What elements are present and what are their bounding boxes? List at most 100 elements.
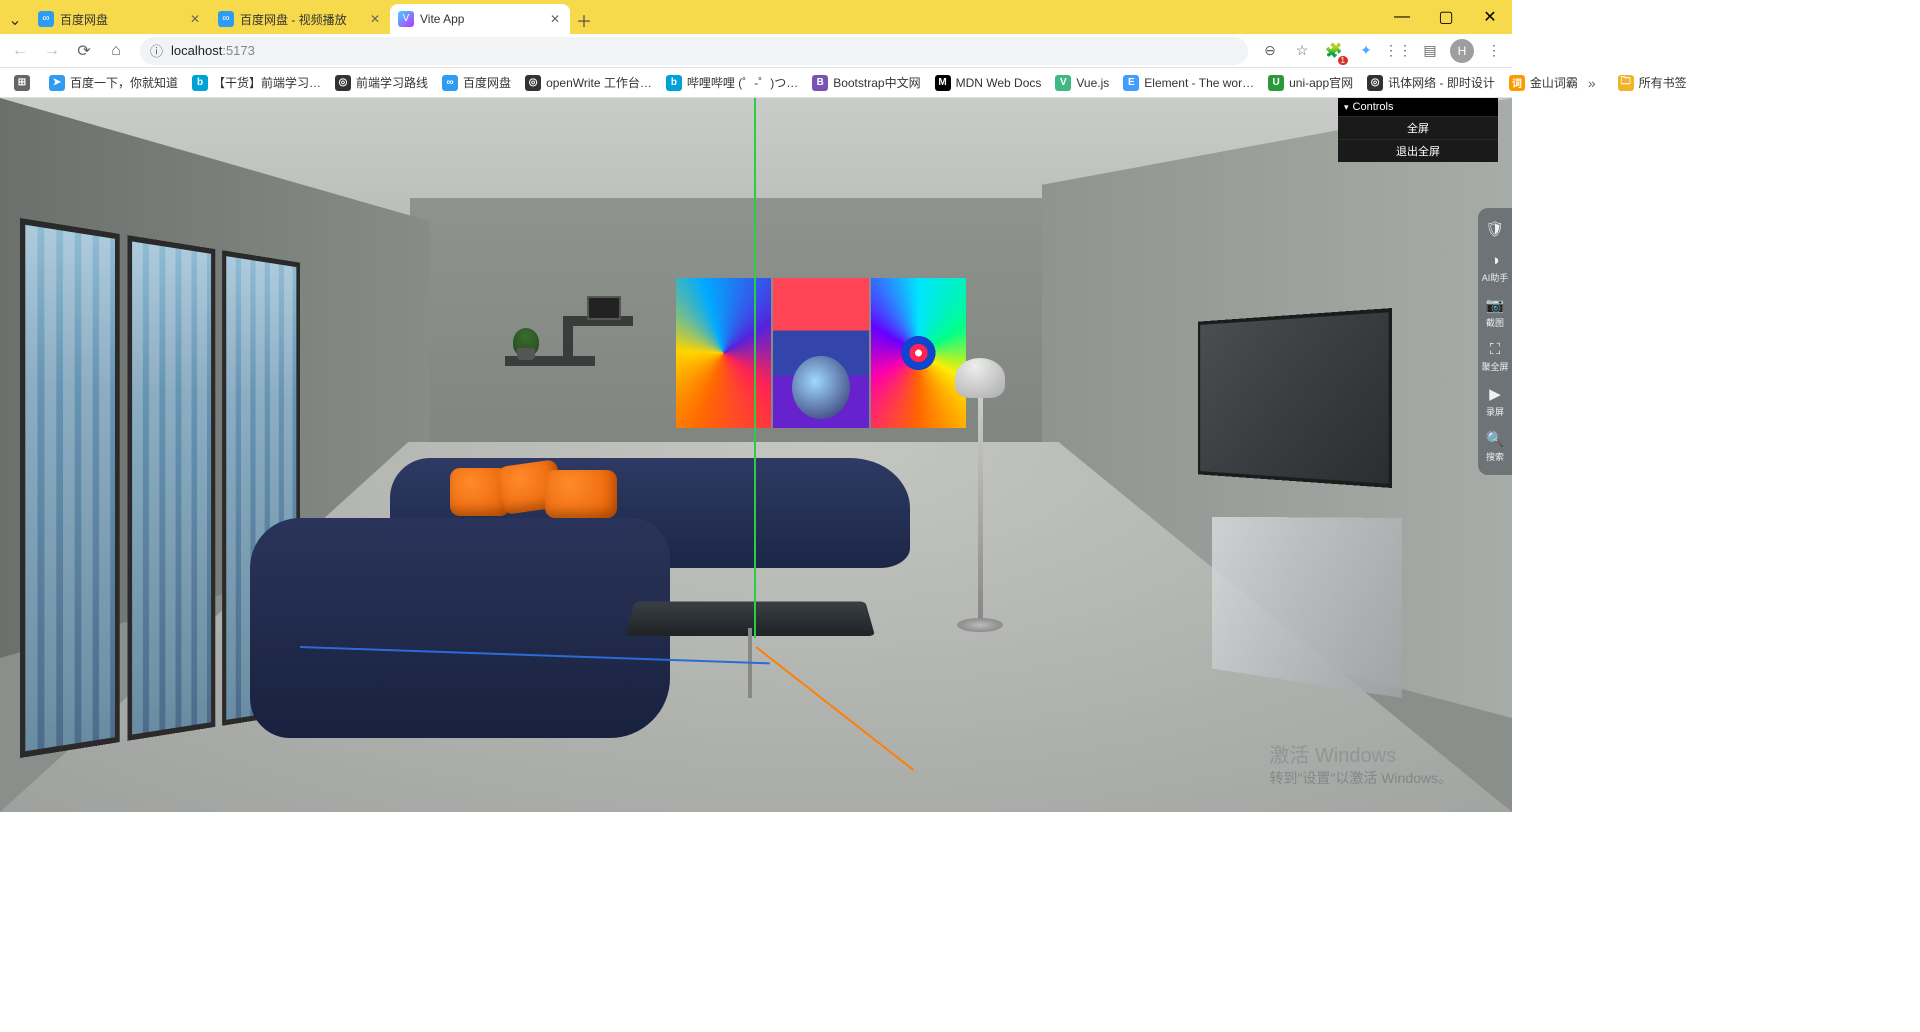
window-pane	[20, 218, 120, 758]
bookmark-label: Element - The wor…	[1144, 76, 1254, 90]
extensions-menu-icon[interactable]: ⋮⋮	[1386, 39, 1410, 63]
sidebar-tool[interactable]: ▶ 录屏	[1478, 379, 1512, 424]
bookmark-item[interactable]: ∞百度网盘	[436, 71, 517, 94]
bookmark-item[interactable]: Uuni-app官网	[1262, 71, 1359, 94]
all-bookmarks-label: 所有书签	[1639, 74, 1687, 91]
forward-button[interactable]: →	[38, 37, 66, 65]
sidebar-tool-label: 聚全屏	[1481, 362, 1508, 372]
extension-icon[interactable]: 🧩1	[1322, 39, 1346, 63]
wall-art-panel	[773, 278, 868, 428]
sidebar-tool-icon: ▶	[1480, 385, 1510, 403]
bookmark-favicon-icon: U	[1268, 75, 1284, 91]
tab-title: 百度网盘	[60, 11, 188, 28]
datgui-header[interactable]: ▾ Controls	[1338, 98, 1498, 116]
sidebar-tool[interactable]: ◑ AI助手	[1478, 246, 1512, 290]
bookmark-item[interactable]: BBootstrap中文网	[806, 71, 926, 94]
wall-art-panel	[676, 278, 771, 428]
sidebar-tool-icon: 📷	[1480, 296, 1510, 314]
pillow	[545, 470, 617, 518]
menu-icon[interactable]: ⋮	[1482, 39, 1506, 63]
browser-titlebar: ⌄ ∞ 百度网盘 ✕ ∞ 百度网盘 - 视频播放 ✕ V Vite App ✕ …	[0, 0, 1512, 34]
all-bookmarks-button[interactable]: 🗀 所有书签	[1612, 71, 1693, 94]
reload-button[interactable]: ⟳	[70, 37, 98, 65]
bookmark-item[interactable]: b 【干货】前端学习…	[186, 71, 327, 94]
bookmarks-overflow-icon[interactable]: »	[1588, 71, 1596, 95]
bookmark-item[interactable]: VVue.js	[1049, 72, 1115, 94]
bookmark-label: 【干货】前端学习…	[213, 74, 321, 91]
bookmark-label: openWrite 工作台…	[546, 74, 652, 91]
sidebar-tool-icon: 🔍	[1480, 430, 1510, 448]
wall-shelf	[505, 298, 635, 388]
bookmark-favicon-icon: M	[935, 75, 951, 91]
bookmark-favicon-icon: B	[812, 75, 828, 91]
extension2-icon[interactable]: ✦	[1354, 39, 1378, 63]
scene-3d	[0, 98, 1512, 812]
browser-tab[interactable]: ∞ 百度网盘 - 视频播放 ✕	[210, 4, 390, 34]
webgl-viewport[interactable]: ▾ Controls 全屏 退出全屏 🛡◑AI助手📷截图⛶聚全屏▶录屏🔍搜索 激…	[0, 98, 1512, 812]
bookmark-favicon-icon: b	[192, 75, 208, 91]
sidebar-tool-icon: ◑	[1480, 252, 1510, 269]
bookmark-favicon-icon: ➤	[49, 75, 65, 91]
favicon-icon: V	[398, 11, 414, 27]
bookmark-label: MDN Web Docs	[956, 76, 1042, 90]
bookmark-favicon-icon: b	[666, 75, 682, 91]
bookmark-favicon-icon: 词	[1509, 75, 1525, 91]
right-sidebar: 🛡 ◑ AI助手 📷截图⛶聚全屏 ▶ 录屏 🔍搜索	[1478, 208, 1512, 475]
bookmark-item[interactable]: ⊞	[8, 72, 41, 94]
tab-title: Vite App	[420, 12, 548, 26]
bookmark-item[interactable]: 词金山词霸	[1503, 71, 1584, 94]
bookmark-favicon-icon: E	[1123, 75, 1139, 91]
address-path: :5173	[222, 43, 255, 58]
favicon-icon: ∞	[38, 11, 54, 27]
bookmark-item[interactable]: ◎讯体网络 - 即时设计	[1361, 71, 1501, 94]
zoom-icon[interactable]: ⊖	[1258, 39, 1282, 63]
site-info-icon[interactable]: ⓘ	[150, 41, 163, 60]
bookmark-item[interactable]: E Element - The wor…	[1117, 72, 1260, 94]
bookmark-label: 百度网盘	[463, 74, 511, 91]
favicon-icon: ∞	[218, 11, 234, 27]
maximize-button[interactable]: ▢	[1424, 0, 1468, 34]
window-controls: — ▢ ✕	[1380, 0, 1512, 34]
datgui-panel[interactable]: ▾ Controls 全屏 退出全屏	[1338, 98, 1498, 162]
tv-stand	[1212, 517, 1402, 698]
bookmark-label: 前端学习路线	[356, 74, 428, 91]
address-bar[interactable]: ⓘ localhost:5173	[140, 37, 1248, 65]
close-window-button[interactable]: ✕	[1468, 0, 1512, 34]
new-tab-button[interactable]: ＋	[570, 6, 598, 34]
bookmark-item[interactable]: M MDN Web Docs	[929, 72, 1048, 94]
home-button[interactable]: ⌂	[102, 37, 130, 65]
close-tab-icon[interactable]: ✕	[188, 12, 202, 26]
bookmark-item[interactable]: b 哔哩哔哩 (゜-゜)つ…	[660, 71, 804, 94]
datgui-button-exit-fullscreen[interactable]: 退出全屏	[1338, 139, 1498, 162]
sidebar-tool-label: 录屏	[1486, 407, 1504, 417]
bookmark-item[interactable]: ➤ 百度一下，你就知道	[43, 71, 184, 94]
bookmark-favicon-icon: ◎	[335, 75, 351, 91]
datgui-title: Controls	[1353, 101, 1394, 113]
bookmark-item[interactable]: ◎openWrite 工作台…	[519, 71, 658, 94]
close-tab-icon[interactable]: ✕	[548, 12, 562, 26]
wall-art-triptych	[676, 278, 966, 428]
minimize-button[interactable]: —	[1380, 0, 1424, 34]
back-button[interactable]: ←	[6, 37, 34, 65]
window-pane	[127, 235, 215, 741]
close-tab-icon[interactable]: ✕	[368, 12, 382, 26]
bookmark-label: 哔哩哔哩 (゜-゜)つ…	[687, 74, 798, 91]
sidebar-tool-label: AI助手	[1482, 273, 1509, 283]
bookmark-label: 百度一下，你就知道	[70, 74, 178, 91]
sidebar-tool[interactable]: 🔍搜索	[1478, 424, 1512, 469]
sidebar-tool[interactable]: 📷截图	[1478, 290, 1512, 335]
datgui-button-fullscreen[interactable]: 全屏	[1338, 116, 1498, 139]
bookmark-star-icon[interactable]: ☆	[1290, 39, 1314, 63]
sidepanel-icon[interactable]: ▤	[1418, 39, 1442, 63]
sidebar-tool[interactable]: ⛶聚全屏	[1478, 335, 1512, 379]
tab-search-icon[interactable]: ⌄	[0, 6, 30, 34]
browser-tab[interactable]: ∞ 百度网盘 ✕	[30, 4, 210, 34]
bookmark-item[interactable]: ◎ 前端学习路线	[329, 71, 434, 94]
bookmark-label: Vue.js	[1076, 76, 1109, 90]
browser-tab-active[interactable]: V Vite App ✕	[390, 4, 570, 34]
bookmark-favicon-icon: ◎	[1367, 75, 1383, 91]
profile-avatar[interactable]: H	[1450, 39, 1474, 63]
shelf-photo	[587, 296, 621, 320]
bookmark-label: uni-app官网	[1289, 74, 1353, 91]
sidebar-tool[interactable]: 🛡	[1478, 214, 1512, 246]
